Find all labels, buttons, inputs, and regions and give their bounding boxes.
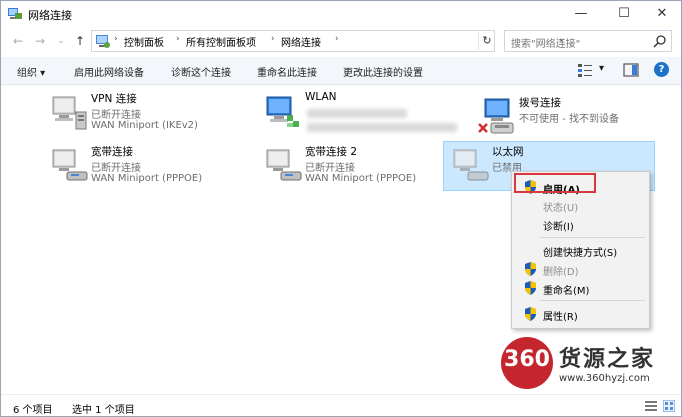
close-button[interactable]: ✕ bbox=[642, 1, 681, 27]
item-count: 6 个项目 bbox=[13, 405, 53, 416]
connection-status: 不可使用 - 找不到设备 bbox=[519, 114, 619, 125]
connection-name: WLAN bbox=[305, 91, 337, 103]
help-icon[interactable]: ? bbox=[654, 62, 669, 77]
network-folder-icon bbox=[8, 8, 22, 19]
refresh-button[interactable]: ↻ bbox=[478, 32, 495, 50]
menu-separator bbox=[540, 300, 645, 301]
control-panel-icon bbox=[96, 35, 110, 48]
view-dropdown-icon[interactable]: ▾ bbox=[599, 63, 604, 74]
details-view-icon[interactable] bbox=[645, 400, 657, 412]
selected-count: 选中 1 个项目 bbox=[72, 405, 135, 416]
search-input[interactable]: 搜索"网络连接" bbox=[504, 30, 672, 52]
connection-item-broadband-2[interactable]: 宽带连接 2 已断开连接 WAN Miniport (PPPOE) bbox=[257, 142, 467, 190]
search-icon[interactable] bbox=[653, 34, 667, 48]
diagnose-connection-button[interactable]: 诊断这个连接 bbox=[171, 64, 231, 79]
redacted-device bbox=[307, 123, 457, 132]
broadband-icon bbox=[266, 149, 302, 181]
dialup-icon bbox=[478, 98, 514, 134]
connection-status: 已断开连接 bbox=[91, 110, 141, 121]
menu-separator bbox=[540, 237, 645, 238]
window-title: 网络连接 bbox=[28, 9, 72, 22]
connection-name: VPN 连接 bbox=[91, 93, 137, 105]
command-bar: 组织 ▾ 启用此网络设备 诊断这个连接 重命名此连接 更改此连接的设置 ▾ ? bbox=[1, 57, 681, 85]
connection-name: 拨号连接 bbox=[519, 97, 561, 109]
watermark: 360 货源之家 www.360hyzj.com bbox=[501, 337, 681, 393]
minimize-button[interactable]: — bbox=[561, 1, 601, 27]
maximize-button[interactable]: ☐ bbox=[604, 1, 644, 27]
connection-device: WAN Miniport (IKEv2) bbox=[91, 120, 198, 131]
connection-item-broadband[interactable]: 宽带连接 已断开连接 WAN Miniport (PPPOE) bbox=[43, 142, 253, 190]
uac-shield-icon bbox=[525, 307, 536, 321]
connection-name: 宽带连接 2 bbox=[305, 146, 358, 158]
connection-name: 以太网 bbox=[492, 146, 524, 158]
uac-shield-icon bbox=[525, 262, 536, 276]
menu-item-rename[interactable]: 重命名(M) bbox=[512, 279, 649, 297]
menu-item-label: 诊断(I) bbox=[543, 222, 574, 233]
menu-item-label: 重命名(M) bbox=[543, 286, 590, 297]
breadcrumb-control-panel[interactable]: 控制面板 bbox=[124, 34, 164, 49]
connection-status: 已断开连接 bbox=[91, 163, 141, 174]
preview-pane-icon[interactable] bbox=[623, 62, 639, 78]
connection-item-wlan[interactable]: WLAN bbox=[257, 89, 467, 137]
context-menu: 启用(A) 状态(U) 诊断(I) 创建快捷方式(S) 删除(D) 重命名(M)… bbox=[511, 171, 650, 329]
recent-locations-button[interactable]: ⌄ bbox=[52, 32, 70, 50]
large-icons-view-icon[interactable] bbox=[663, 400, 675, 412]
connection-status: 已断开连接 bbox=[305, 163, 355, 174]
menu-item-delete[interactable]: 删除(D) bbox=[512, 260, 649, 278]
menu-item-properties[interactable]: 属性(R) bbox=[512, 305, 649, 323]
connection-item-vpn[interactable]: VPN 连接 已断开连接 WAN Miniport (IKEv2) bbox=[43, 89, 253, 137]
change-settings-button[interactable]: 更改此连接的设置 bbox=[343, 64, 423, 79]
watermark-name: 货源之家 bbox=[559, 347, 656, 372]
watermark-url: www.360hyzj.com bbox=[559, 373, 650, 384]
uac-shield-icon bbox=[525, 281, 536, 295]
menu-item-status[interactable]: 状态(U) bbox=[512, 196, 649, 214]
connection-device: WAN Miniport (PPPOE) bbox=[305, 173, 417, 184]
connection-name: 宽带连接 bbox=[91, 146, 133, 158]
forward-button[interactable]: → bbox=[31, 32, 49, 50]
ethernet-icon bbox=[453, 149, 489, 181]
title-bar: 网络连接 — ☐ ✕ bbox=[1, 1, 681, 27]
breadcrumb-network-connections[interactable]: 网络连接 bbox=[281, 34, 321, 49]
vpn-icon bbox=[52, 96, 87, 130]
back-button[interactable]: ← bbox=[9, 32, 27, 50]
network-connections-window: 网络连接 — ☐ ✕ ← → ⌄ ↑ › 控制面板 › 所有控制面板项 › 网络… bbox=[0, 0, 682, 417]
breadcrumb-all-items[interactable]: 所有控制面板项 bbox=[186, 34, 256, 49]
menu-item-label: 删除(D) bbox=[543, 267, 579, 278]
wifi-adapter-icon bbox=[266, 96, 299, 127]
up-button[interactable]: ↑ bbox=[71, 32, 89, 50]
rename-connection-button[interactable]: 重命名此连接 bbox=[257, 64, 317, 79]
watermark-logo: 360 bbox=[501, 337, 553, 389]
broadband-icon bbox=[52, 149, 88, 181]
watermark-logo-text: 360 bbox=[504, 347, 550, 372]
search-placeholder: 搜索"网络连接" bbox=[511, 39, 581, 50]
organize-menu[interactable]: 组织 ▾ bbox=[17, 64, 45, 79]
view-options-icon[interactable] bbox=[577, 62, 593, 78]
address-bar[interactable]: › 控制面板 › 所有控制面板项 › 网络连接 › ⌄ ↻ bbox=[91, 30, 566, 52]
menu-item-label: 状态(U) bbox=[543, 203, 579, 214]
redacted-status bbox=[307, 109, 407, 118]
menu-item-diagnose[interactable]: 诊断(I) bbox=[512, 215, 649, 233]
address-row: ← → ⌄ ↑ › 控制面板 › 所有控制面板项 › 网络连接 › ⌄ ↻ 搜索… bbox=[1, 28, 681, 54]
menu-item-label: 创建快捷方式(S) bbox=[543, 248, 618, 259]
menu-item-create-shortcut[interactable]: 创建快捷方式(S) bbox=[512, 241, 649, 259]
connection-item-dialup[interactable]: 拨号连接 不可使用 - 找不到设备 bbox=[471, 93, 681, 141]
connection-device: WAN Miniport (PPPOE) bbox=[91, 173, 203, 184]
status-bar: 6 个项目 选中 1 个项目 bbox=[1, 394, 681, 416]
menu-item-label: 属性(R) bbox=[543, 312, 578, 323]
annotation-highlight bbox=[514, 173, 596, 193]
enable-device-button[interactable]: 启用此网络设备 bbox=[74, 64, 144, 79]
